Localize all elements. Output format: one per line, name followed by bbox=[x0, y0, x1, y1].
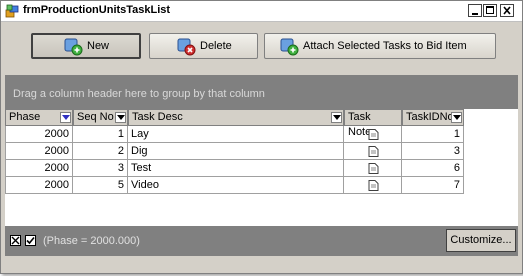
new-button-label: New bbox=[87, 40, 110, 52]
column-header-task-id[interactable]: TaskIDNo bbox=[402, 109, 464, 126]
cell-seq-no[interactable]: 5 bbox=[73, 177, 128, 194]
minimize-button[interactable] bbox=[468, 4, 482, 17]
cell-seq-no[interactable]: 2 bbox=[73, 143, 128, 160]
close-icon bbox=[503, 6, 511, 15]
chevron-down-icon bbox=[333, 115, 341, 120]
group-by-hint: Drag a column header here to group by th… bbox=[13, 88, 265, 100]
column-header-seq-no[interactable]: Seq No bbox=[73, 109, 128, 126]
note-icon[interactable] bbox=[368, 146, 379, 157]
cell-task-desc[interactable]: Video bbox=[128, 177, 344, 194]
column-header-task-notes[interactable]: Task Notes bbox=[344, 109, 402, 138]
filter-expression: (Phase = 2000.000) bbox=[43, 235, 140, 247]
clear-filter-button[interactable] bbox=[10, 235, 21, 246]
delete-icon bbox=[177, 38, 196, 56]
cell-seq-no[interactable]: 1 bbox=[73, 126, 128, 143]
window-footer bbox=[5, 256, 518, 269]
app-icon bbox=[5, 4, 19, 18]
cell-task-desc[interactable]: Dig bbox=[128, 143, 344, 160]
toolbar: New Delete Attach Selected Tasks to Bid … bbox=[5, 24, 518, 70]
close-icon bbox=[11, 236, 20, 245]
cell-task-id[interactable]: 3 bbox=[402, 143, 464, 160]
cell-phase[interactable]: 2000 bbox=[5, 126, 73, 143]
task-grid: Phase Seq No Task Desc Task Notes TaskID… bbox=[5, 109, 518, 226]
maximize-button[interactable] bbox=[483, 4, 497, 17]
cell-task-id[interactable]: 1 bbox=[402, 126, 464, 143]
cell-seq-no[interactable]: 3 bbox=[73, 160, 128, 177]
note-icon[interactable] bbox=[368, 180, 379, 191]
delete-button[interactable]: Delete bbox=[149, 33, 258, 59]
window-title: frmProductionUnitsTaskList bbox=[23, 4, 171, 16]
filter-dropdown-task-id[interactable] bbox=[451, 112, 462, 123]
note-icon[interactable] bbox=[368, 129, 379, 140]
note-icon[interactable] bbox=[368, 163, 379, 174]
add-icon bbox=[64, 38, 83, 56]
cell-task-notes[interactable] bbox=[344, 160, 402, 177]
minimize-icon bbox=[472, 13, 478, 15]
cell-phase[interactable]: 2000 bbox=[5, 160, 73, 177]
cell-task-desc[interactable]: Lay bbox=[128, 126, 344, 143]
cell-phase[interactable]: 2000 bbox=[5, 143, 73, 160]
attach-tasks-button[interactable]: Attach Selected Tasks to Bid Item bbox=[264, 33, 496, 59]
customize-button[interactable]: Customize... bbox=[446, 229, 516, 252]
cell-task-notes[interactable] bbox=[344, 177, 402, 194]
filter-active-icon bbox=[62, 115, 70, 120]
filter-panel: (Phase = 2000.000) Customize... bbox=[5, 226, 518, 256]
group-by-panel[interactable]: Drag a column header here to group by th… bbox=[5, 75, 518, 109]
cell-task-id[interactable]: 7 bbox=[402, 177, 464, 194]
maximize-icon bbox=[486, 6, 494, 14]
cell-phase[interactable]: 2000 bbox=[5, 177, 73, 194]
filter-dropdown-seq-no[interactable] bbox=[115, 112, 126, 123]
cell-task-notes[interactable] bbox=[344, 126, 402, 143]
attach-icon bbox=[280, 38, 299, 56]
chevron-down-icon bbox=[117, 115, 125, 120]
checkmark-icon bbox=[26, 236, 35, 245]
new-button[interactable]: New bbox=[31, 33, 141, 59]
cell-task-notes[interactable] bbox=[344, 143, 402, 160]
filter-enabled-checkbox[interactable] bbox=[25, 235, 36, 246]
cell-task-id[interactable]: 6 bbox=[402, 160, 464, 177]
chevron-down-icon bbox=[453, 115, 461, 120]
cell-task-desc[interactable]: Test bbox=[128, 160, 344, 177]
delete-button-label: Delete bbox=[200, 40, 232, 52]
close-button[interactable] bbox=[500, 4, 514, 17]
column-header-phase[interactable]: Phase bbox=[5, 109, 73, 126]
attach-tasks-button-label: Attach Selected Tasks to Bid Item bbox=[303, 40, 467, 52]
title-bar: frmProductionUnitsTaskList bbox=[1, 1, 522, 22]
main-window: frmProductionUnitsTaskList New Delete At… bbox=[0, 0, 523, 274]
column-header-task-desc[interactable]: Task Desc bbox=[128, 109, 344, 126]
filter-dropdown-task-desc[interactable] bbox=[331, 112, 342, 123]
filter-dropdown-phase[interactable] bbox=[60, 112, 71, 123]
